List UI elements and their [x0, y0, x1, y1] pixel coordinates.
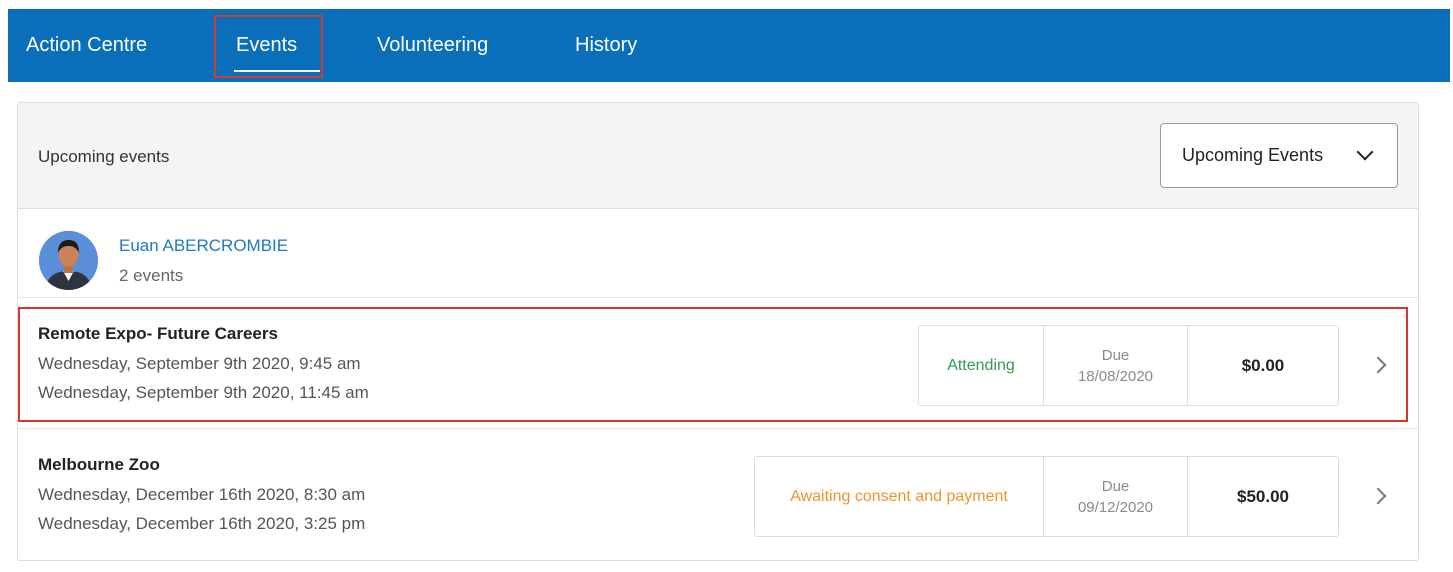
chevron-down-icon — [1356, 143, 1374, 161]
due-cell: Due 18/08/2020 — [1044, 326, 1188, 405]
card-title: Upcoming events — [38, 147, 170, 166]
tab-action-centre[interactable]: Action Centre — [26, 9, 147, 82]
event-row[interactable]: Remote Expo- Future Careers Wednesday, S… — [18, 299, 1418, 429]
event-start-time: Wednesday, September 9th 2020, 9:45 am — [38, 354, 361, 373]
chevron-right-icon[interactable] — [1369, 356, 1387, 374]
active-tab-underline — [234, 70, 320, 72]
due-label: Due — [1101, 346, 1130, 364]
amount-cell: $0.00 — [1188, 326, 1338, 405]
event-title: Remote Expo- Future Careers — [38, 324, 278, 343]
status-badge: Awaiting consent and payment — [790, 487, 1008, 505]
status-badge: Attending — [947, 356, 1015, 374]
event-row[interactable]: Melbourne Zoo Wednesday, December 16th 2… — [18, 430, 1418, 560]
due-date: 09/12/2020 — [1077, 498, 1154, 516]
page: Action Centre Events Volunteering Histor… — [0, 0, 1453, 572]
tab-volunteering[interactable]: Volunteering — [377, 9, 488, 82]
events-card: Upcoming events Upcoming Events Euan ABE… — [17, 102, 1419, 561]
person-row: Euan ABERCROMBIE 2 events — [18, 210, 1418, 298]
event-title: Melbourne Zoo — [38, 455, 160, 474]
filter-selected-value: Upcoming Events — [1182, 145, 1324, 165]
amount-cell: $50.00 — [1188, 457, 1338, 536]
card-header: Upcoming events Upcoming Events — [18, 103, 1418, 209]
due-cell: Due 09/12/2020 — [1044, 457, 1188, 536]
event-amount: $50.00 — [1237, 486, 1289, 506]
avatar — [39, 231, 98, 290]
chevron-right-icon[interactable] — [1369, 487, 1387, 505]
person-avatar-icon — [39, 231, 98, 290]
event-end-time: Wednesday, December 16th 2020, 3:25 pm — [38, 514, 366, 533]
events-filter-dropdown[interactable]: Upcoming Events — [1160, 123, 1398, 188]
tab-history[interactable]: History — [575, 9, 637, 82]
person-name-link[interactable]: Euan ABERCROMBIE — [119, 236, 288, 256]
status-cell: Awaiting consent and payment — [755, 457, 1044, 536]
event-amount: $0.00 — [1241, 355, 1285, 375]
top-navigation-bar: Action Centre Events Volunteering Histor… — [8, 9, 1450, 82]
event-end-time: Wednesday, September 9th 2020, 11:45 am — [38, 383, 369, 402]
event-status-box: Attending Due 18/08/2020 $0.00 — [918, 325, 1339, 406]
due-date: 18/08/2020 — [1077, 367, 1154, 385]
status-cell: Attending — [919, 326, 1044, 405]
event-start-time: Wednesday, December 16th 2020, 8:30 am — [38, 485, 366, 504]
event-status-box: Awaiting consent and payment Due 09/12/2… — [754, 456, 1339, 537]
due-label: Due — [1101, 477, 1130, 495]
person-event-count: 2 events — [119, 266, 184, 285]
